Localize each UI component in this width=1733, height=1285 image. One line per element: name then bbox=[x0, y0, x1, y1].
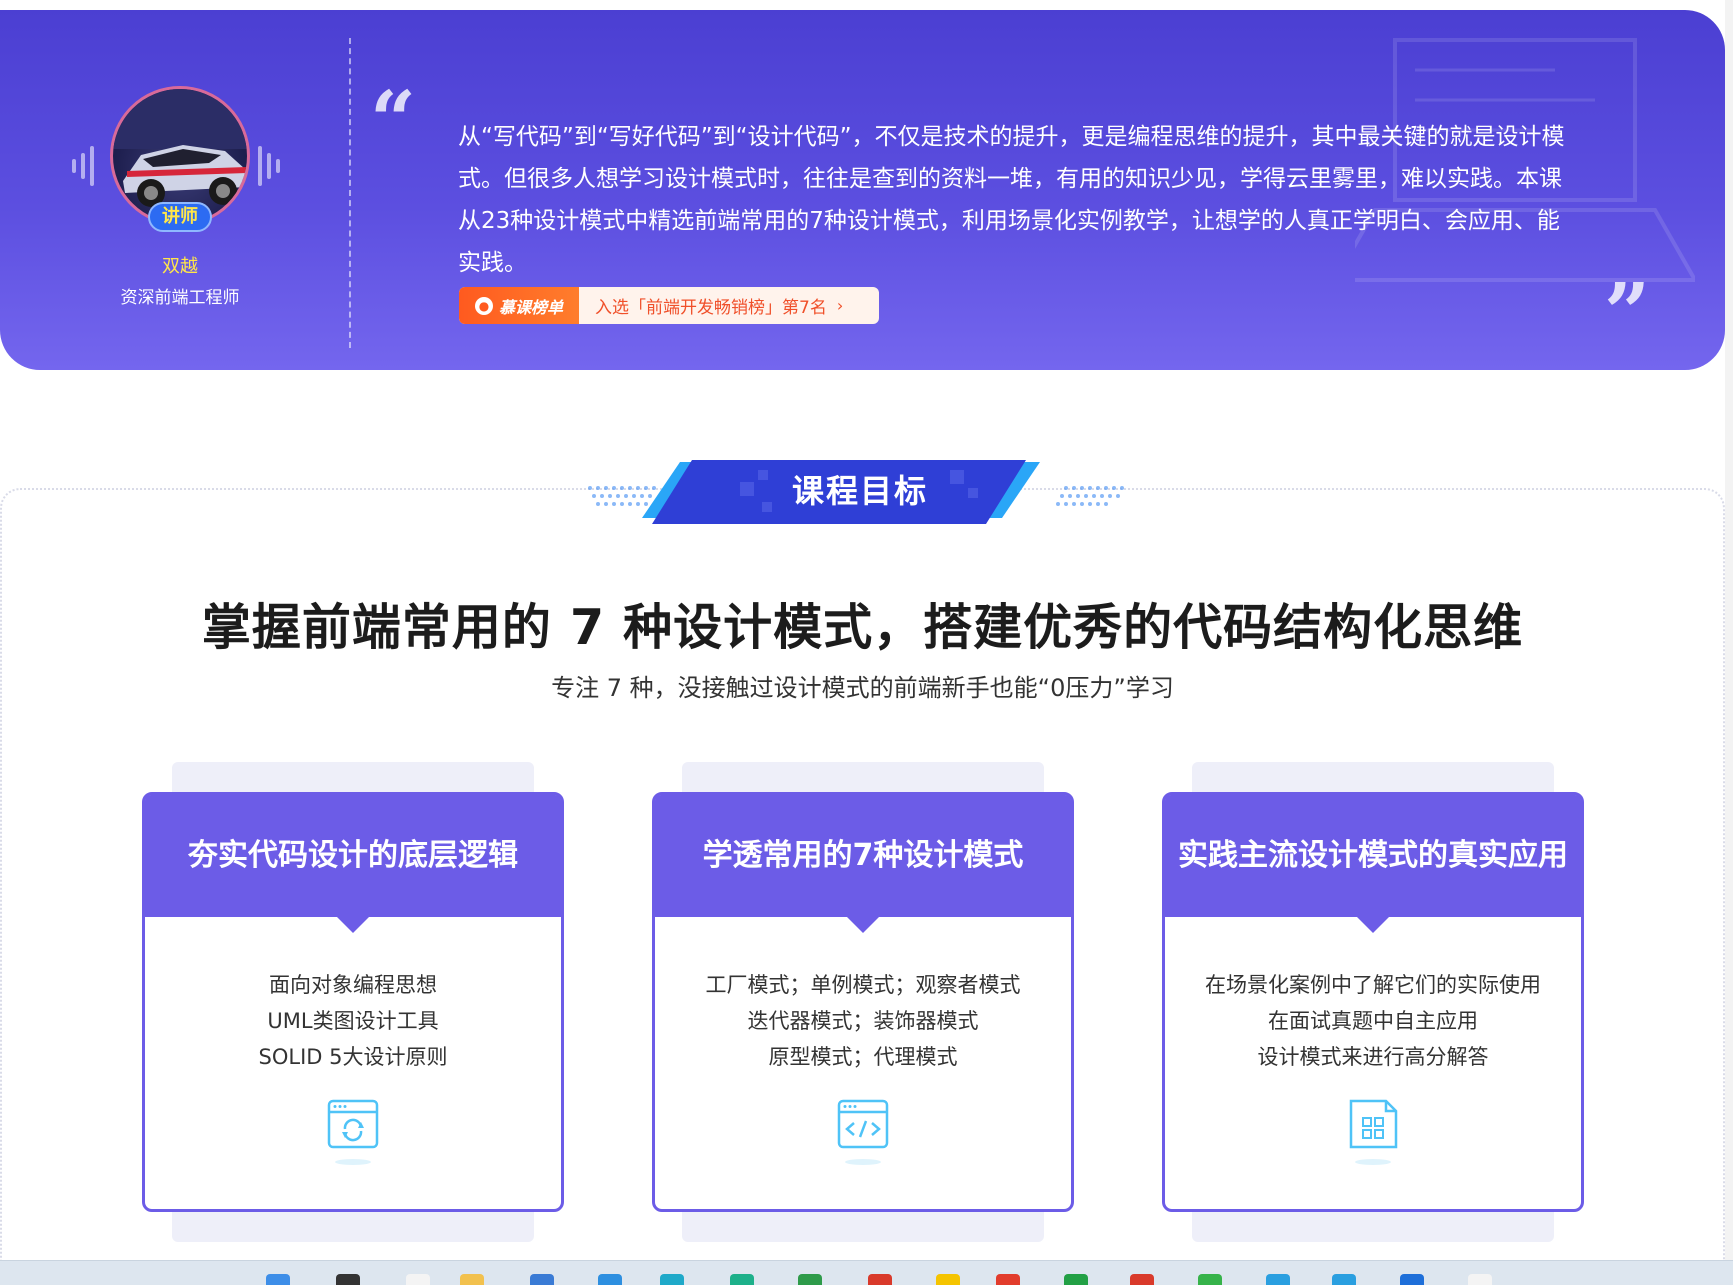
card-title: 学透常用的7种设计模式 bbox=[655, 795, 1071, 933]
page-subtitle: 专注 7 种，没接触过设计模式的前端新手也能“0压力”学习 bbox=[551, 674, 1174, 702]
app-icon[interactable] bbox=[1130, 1274, 1154, 1285]
goal-card-1: 夯实代码设计的底层逻辑 面向对象编程思想 UML类图设计工具 SOLID 5大设… bbox=[142, 762, 564, 1242]
browser-refresh-icon bbox=[327, 1099, 379, 1165]
teacher-title: 资深前端工程师 bbox=[120, 288, 240, 308]
card-line: 在面试真题中自主应用 bbox=[1268, 1009, 1478, 1033]
card-line: SOLID 5大设计原则 bbox=[258, 1045, 448, 1069]
app-icon[interactable] bbox=[798, 1274, 822, 1285]
folder-icon[interactable] bbox=[460, 1274, 484, 1285]
app-icon[interactable] bbox=[1064, 1274, 1088, 1285]
app-icon[interactable] bbox=[1400, 1274, 1424, 1285]
flame-icon: ● bbox=[474, 296, 493, 315]
teacher-name: 双越 bbox=[162, 256, 198, 277]
app-icon[interactable] bbox=[1468, 1274, 1492, 1285]
goal-card-3: 实践主流设计模式的真实应用 在场景化案例中了解它们的实际使用 在面试真题中自主应… bbox=[1162, 762, 1584, 1242]
rank-tag: ● 慕课榜单 bbox=[459, 287, 579, 324]
teacher-avatar-block: 讲师 bbox=[110, 86, 250, 232]
edge-icon[interactable] bbox=[660, 1274, 684, 1285]
goal-card-2: 学透常用的7种设计模式 工厂模式；单例模式；观察者模式 迭代器模式；装饰器模式 … bbox=[652, 762, 1074, 1242]
sound-wave-right-icon bbox=[258, 146, 285, 186]
rank-text: 入选「前端开发畅销榜」第7名 bbox=[595, 298, 827, 318]
chevron-right-icon: › bbox=[836, 296, 844, 315]
teacher-badge: 讲师 bbox=[148, 202, 212, 232]
card-body: 学透常用的7种设计模式 工厂模式；单例模式；观察者模式 迭代器模式；装饰器模式 … bbox=[652, 792, 1074, 1212]
card-title: 实践主流设计模式的真实应用 bbox=[1165, 795, 1581, 933]
search-icon[interactable] bbox=[336, 1274, 360, 1285]
app-icon[interactable] bbox=[868, 1274, 892, 1285]
document-grid-icon bbox=[1349, 1099, 1398, 1165]
card-line: 在场景化案例中了解它们的实际使用 bbox=[1205, 973, 1541, 997]
course-intro-text: 从“写代码”到“写好代码”到“设计代码”，不仅是技术的提升，更是编程思维的提升，… bbox=[458, 124, 1565, 276]
page-title: 掌握前端常用的 7 种设计模式，搭建优秀的代码结构化思维 bbox=[201, 599, 1524, 656]
taskbar bbox=[0, 1260, 1733, 1285]
quote-close-icon: ” bbox=[1604, 265, 1651, 359]
app-icon[interactable] bbox=[1266, 1274, 1290, 1285]
browser-code-icon bbox=[837, 1099, 889, 1165]
browser-icon[interactable] bbox=[598, 1274, 622, 1285]
app-icon[interactable] bbox=[1198, 1274, 1222, 1285]
quote-open-icon: “ bbox=[370, 73, 417, 167]
chrome-icon[interactable] bbox=[996, 1274, 1020, 1285]
card-line: 工厂模式；单例模式；观察者模式 bbox=[705, 973, 1021, 997]
app-icon[interactable] bbox=[530, 1274, 554, 1285]
card-body: 实践主流设计模式的真实应用 在场景化案例中了解它们的实际使用 在面试真题中自主应… bbox=[1162, 792, 1584, 1212]
teacher-banner: 讲师 双越 资深前端工程师 “ 从“写代码”到“写好代码”到“设计代码”，不仅是… bbox=[0, 10, 1725, 370]
card-line: 面向对象编程思想 bbox=[269, 973, 437, 997]
card-line: 迭代器模式；装饰器模式 bbox=[747, 1009, 979, 1033]
file-icon[interactable] bbox=[406, 1274, 430, 1285]
scrollbar[interactable] bbox=[1725, 0, 1733, 1260]
card-line: UML类图设计工具 bbox=[267, 1009, 439, 1033]
app-icon[interactable] bbox=[936, 1274, 960, 1285]
card-body: 夯实代码设计的底层逻辑 面向对象编程思想 UML类图设计工具 SOLID 5大设… bbox=[142, 792, 564, 1212]
sound-wave-left-icon bbox=[72, 146, 99, 186]
app-icon[interactable] bbox=[1332, 1274, 1356, 1285]
goal-title: 课程目标 bbox=[791, 472, 928, 510]
windows-start-icon[interactable] bbox=[266, 1274, 290, 1285]
card-title: 夯实代码设计的底层逻辑 bbox=[145, 795, 561, 933]
app-icon[interactable] bbox=[730, 1274, 754, 1285]
rank-link[interactable]: ● 慕课榜单 入选「前端开发畅销榜」第7名 › bbox=[459, 287, 879, 324]
rank-tag-label: 慕课榜单 bbox=[498, 297, 563, 317]
divider bbox=[349, 38, 351, 348]
goal-badge: 课程目标 bbox=[580, 458, 1140, 528]
card-line: 原型模式；代理模式 bbox=[768, 1045, 958, 1069]
card-line: 设计模式来进行高分解答 bbox=[1257, 1045, 1489, 1069]
